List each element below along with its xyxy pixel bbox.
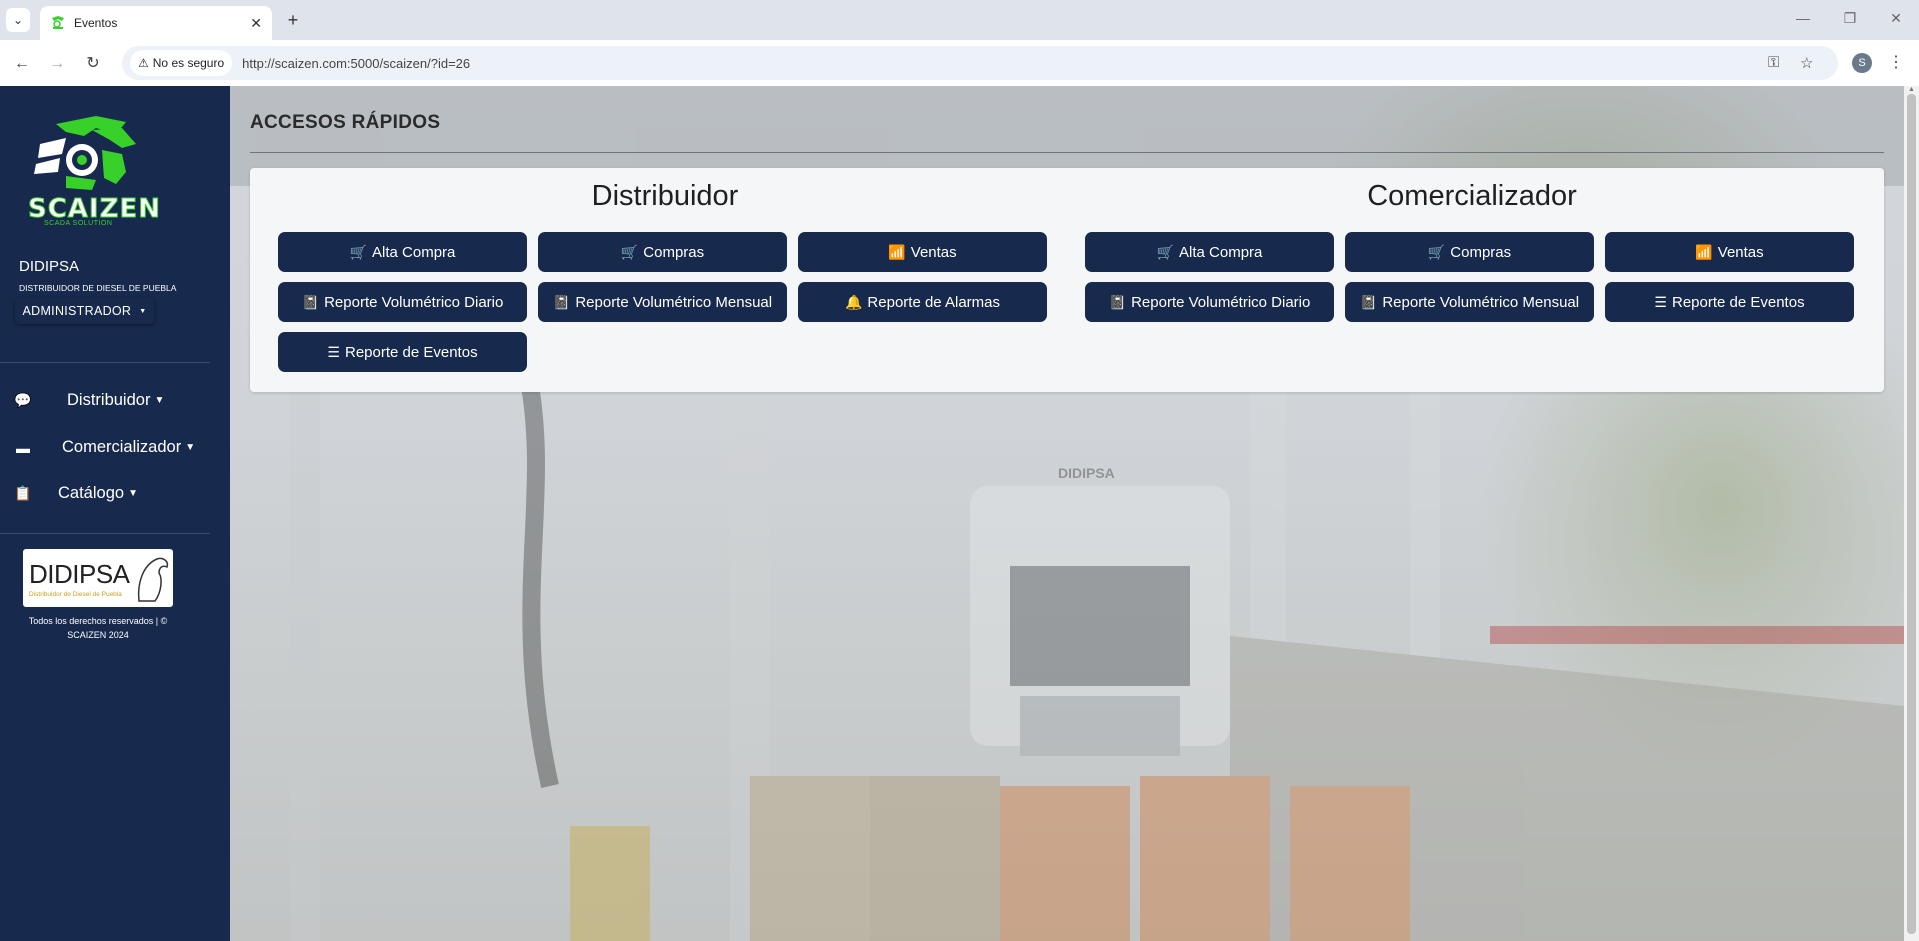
comments-icon: 💬 (14, 392, 32, 408)
button-label: Reporte de Eventos (1671, 293, 1805, 311)
button-label: Ventas (1717, 243, 1764, 261)
button-label: Compras (643, 243, 705, 261)
sidebar-divider (0, 533, 210, 534)
com-reporte-diario-button[interactable]: 📓 Reporte Volumétrico Diario (1085, 282, 1334, 322)
tab-title: Eventos (74, 16, 118, 30)
sidebar: SCAIZEN SCADA SOLUTION DIDIPSA DISTRIBUI… (0, 86, 230, 941)
caret-down-icon: ▼ (128, 488, 138, 499)
button-label: Reporte Volumétrico Diario (324, 293, 504, 311)
scrollbar-thumb[interactable] (1907, 94, 1916, 934)
chart-icon: 📶 (1695, 243, 1713, 260)
star-icon[interactable]: ☆ (1800, 54, 1813, 72)
company-name: DIDIPSA (19, 258, 80, 275)
button-label: Alta Compra (1179, 243, 1263, 261)
restore-icon[interactable]: ❐ (1840, 10, 1860, 27)
cart-icon: 🛒 (1156, 243, 1175, 260)
chevron-down-icon: ⌄ (12, 13, 24, 27)
button-label: Reporte Volumétrico Mensual (1382, 293, 1580, 311)
chart-icon: 📶 (888, 243, 906, 260)
company-description: DISTRIBUIDOR DE DIESEL DE PUEBLA (19, 283, 177, 293)
distribuidor-title: Distribuidor (591, 180, 739, 212)
list-icon: ☰ (1654, 293, 1667, 310)
sidebar-item-label: Distribuidor (67, 391, 151, 409)
com-ventas-button[interactable]: 📶 Ventas (1605, 232, 1854, 272)
com-alta-compra-button[interactable]: 🛒 Alta Compra (1085, 232, 1334, 272)
com-compras-button[interactable]: 🛒 Compras (1345, 232, 1594, 272)
window-close-icon[interactable]: ✕ (1886, 10, 1906, 27)
new-tab-plus-icon[interactable]: + (283, 10, 303, 31)
book-icon: 📓 (1359, 293, 1378, 310)
clipboard-icon: 📋 (14, 485, 32, 501)
url-text[interactable]: http://scaizen.com:5000/scaizen/?id=26 (242, 56, 470, 71)
page-scrollbar[interactable]: ▲ (1904, 86, 1919, 941)
role-label: ADMINISTRADOR (22, 304, 132, 318)
list-icon: ☰ (327, 343, 340, 360)
dist-reporte-alarmas-button[interactable]: 🔔 Reporte de Alarmas (798, 282, 1047, 322)
button-label: Compras (1450, 243, 1512, 261)
role-dropdown-button[interactable]: ADMINISTRADOR ▼ (15, 298, 154, 324)
security-label: No es seguro (152, 56, 225, 70)
button-label: Reporte Volumétrico Diario (1131, 293, 1311, 311)
dist-reporte-eventos-button[interactable]: ☰ Reporte de Eventos (278, 332, 527, 372)
book-icon: 📓 (1108, 293, 1127, 310)
dist-ventas-button[interactable]: 📶 Ventas (798, 232, 1047, 272)
card-icon: ▬ (16, 439, 30, 456)
browser-tab[interactable]: Eventos ✕ (40, 6, 272, 40)
partner-logo-tagline: Distribuidor de Diesel de Puebla (29, 591, 122, 598)
cart-icon: 🛒 (1427, 243, 1446, 260)
eagle-head-icon (137, 557, 169, 602)
profile-avatar[interactable]: S (1852, 53, 1872, 73)
back-arrow-icon[interactable]: ← (10, 52, 34, 76)
tab-list-button[interactable]: ⌄ (6, 8, 30, 32)
footer-copyright: Todos los derechos reservados | © SCAIZE… (28, 616, 168, 640)
warning-triangle-icon: ⚠ (138, 56, 149, 70)
forward-arrow-icon[interactable]: → (45, 52, 69, 76)
dist-reporte-mensual-button[interactable]: 📓 Reporte Volumétrico Mensual (538, 282, 787, 322)
button-label: Reporte de Eventos (344, 343, 478, 361)
sidebar-item-comercializador[interactable]: ▬ Comercializador ▼ (14, 438, 195, 457)
button-label: Alta Compra (372, 243, 456, 261)
button-label: Ventas (910, 243, 957, 261)
title-divider (250, 152, 1884, 153)
sidebar-item-label: Comercializador (62, 438, 182, 456)
book-icon: 📓 (301, 293, 320, 310)
minimize-icon[interactable]: — (1793, 10, 1813, 26)
book-icon: 📓 (552, 293, 571, 310)
security-chip[interactable]: ⚠ No es seguro (130, 50, 233, 76)
sidebar-item-label: Catálogo (58, 484, 125, 502)
cart-icon: 🛒 (349, 243, 368, 260)
page-title: ACCESOS RÁPIDOS (250, 112, 441, 133)
browser-toolbar: ← → ↻ ⚠ No es seguro http://scaizen.com:… (0, 40, 1919, 86)
dist-compras-button[interactable]: 🛒 Compras (538, 232, 787, 272)
caret-down-icon: ▼ (185, 442, 196, 453)
logo-subtitle: SCADA SOLUTION (44, 220, 113, 227)
scaizen-favicon-icon (52, 16, 64, 29)
cart-icon: 🛒 (620, 243, 639, 260)
dist-alta-compra-button[interactable]: 🛒 Alta Compra (278, 232, 527, 272)
sidebar-item-catalogo[interactable]: 📋 Catálogo ▼ (14, 484, 138, 503)
dist-reporte-diario-button[interactable]: 📓 Reporte Volumétrico Diario (278, 282, 527, 322)
more-vertical-icon[interactable]: ⋮ (1888, 52, 1904, 72)
truck-sign-text: DIDIPSA (1058, 465, 1115, 481)
main-content: DIDIPSA ACCESOS RÁPIDOS Distribuidor Com… (230, 86, 1904, 941)
reload-icon[interactable]: ↻ (81, 52, 105, 76)
comercializador-title: Comercializador (1367, 180, 1577, 212)
button-label: Reporte de Alarmas (867, 293, 1000, 311)
com-reporte-eventos-button[interactable]: ☰ Reporte de Eventos (1605, 282, 1854, 322)
caret-down-icon: ▼ (154, 395, 165, 406)
com-reporte-mensual-button[interactable]: 📓 Reporte Volumétrico Mensual (1345, 282, 1594, 322)
sidebar-divider (0, 362, 210, 363)
browser-tab-bar: ⌄ Eventos ✕ + — ❐ ✕ (0, 0, 1919, 40)
address-bar[interactable]: ⚠ No es seguro http://scaizen.com:5000/s… (122, 46, 1838, 80)
sidebar-item-distribuidor[interactable]: 💬 Distribuidor ▼ (14, 391, 164, 410)
quick-access-card: Distribuidor Comercializador 🛒 Alta Compr… (250, 168, 1884, 392)
close-icon[interactable]: ✕ (250, 15, 262, 32)
button-label: Reporte Volumétrico Mensual (575, 293, 773, 311)
scroll-up-icon[interactable]: ▲ (1908, 86, 1915, 93)
partner-logo-name: DIDIPSA (29, 559, 130, 589)
didipsa-logo: DIDIPSA Distribuidor de Diesel de Puebla (23, 549, 173, 607)
key-icon[interactable]: ⚿ (1768, 54, 1779, 71)
bell-icon: 🔔 (844, 293, 863, 310)
caret-down-icon: ▼ (139, 307, 147, 315)
